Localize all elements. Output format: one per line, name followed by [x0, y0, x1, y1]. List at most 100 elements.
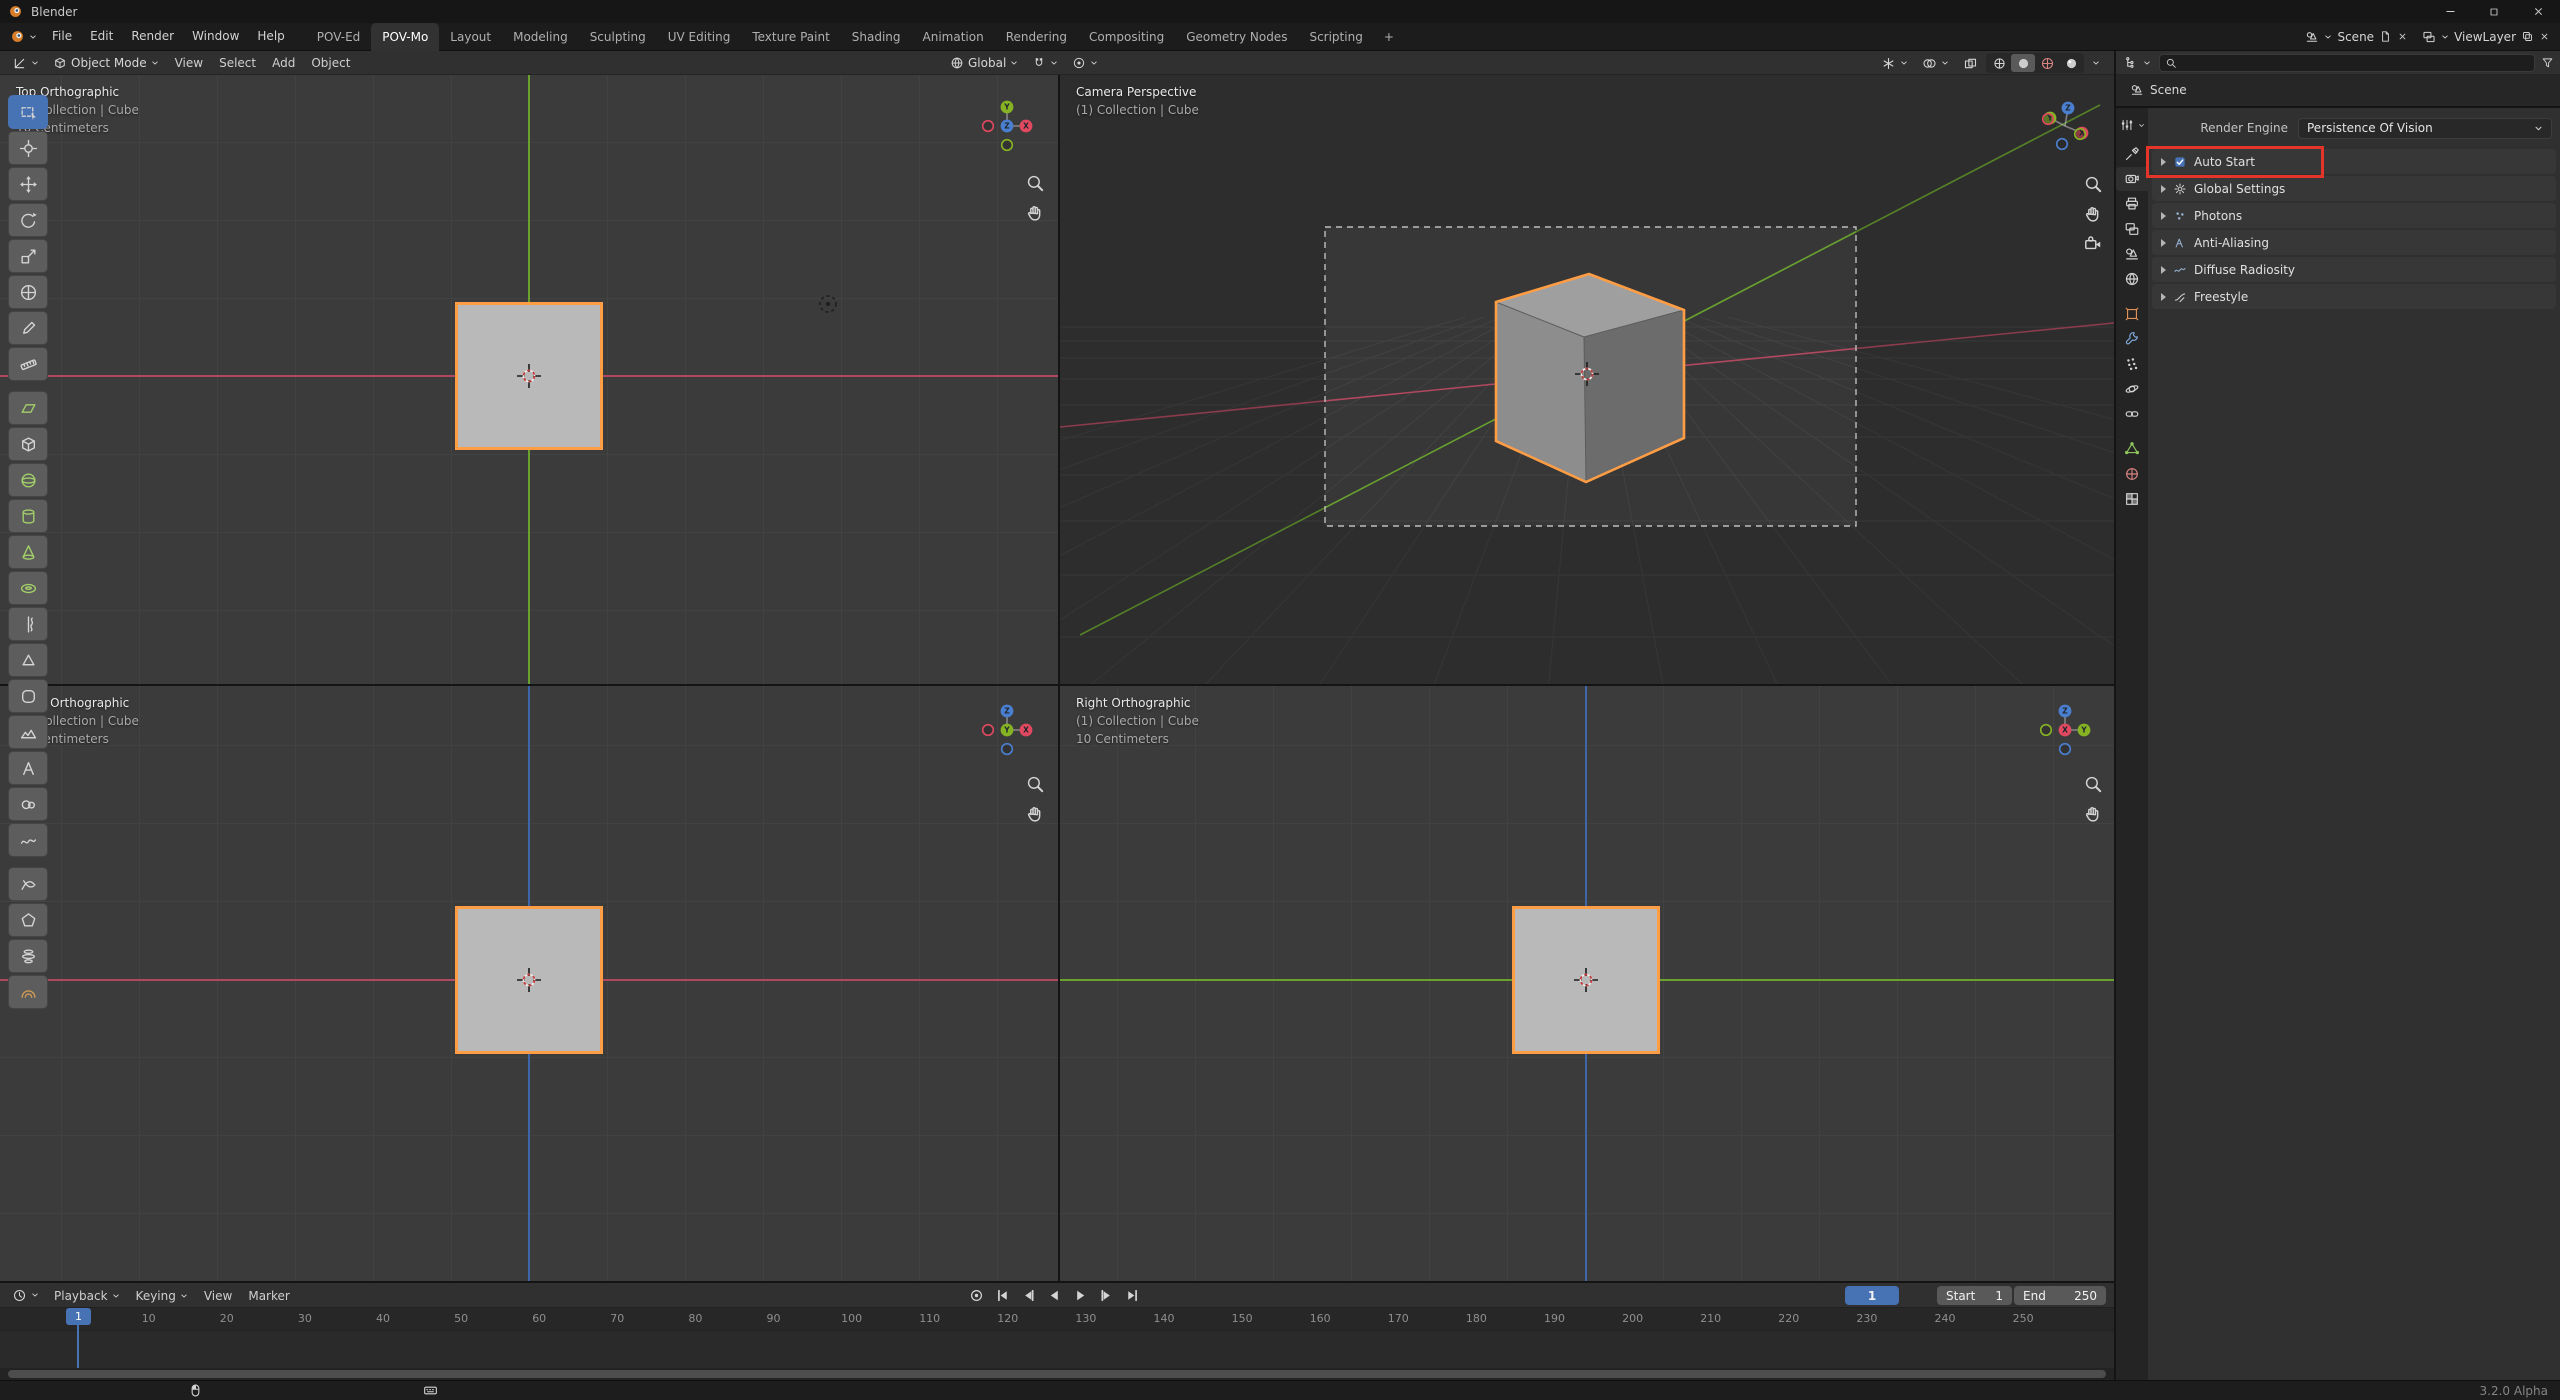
jump-start-button[interactable]	[991, 1286, 1013, 1306]
tool-add-prism[interactable]	[8, 643, 48, 677]
play-button[interactable]	[1069, 1286, 1091, 1306]
tool-add-isosurface[interactable]	[8, 823, 48, 857]
workspace-tab-modeling[interactable]: Modeling	[502, 23, 579, 51]
maximize-button[interactable]	[2472, 0, 2516, 23]
minimize-button[interactable]	[2428, 0, 2472, 23]
workspace-tab-geometry-nodes[interactable]: Geometry Nodes	[1175, 23, 1298, 51]
properties-tab-render[interactable]	[2116, 167, 2148, 191]
remove-viewlayer-button[interactable]	[2539, 31, 2550, 42]
panel-diffuse-radiosity[interactable]: Diffuse Radiosity	[2152, 257, 2556, 282]
zoom-button[interactable]	[1024, 773, 1046, 795]
hand-button[interactable]	[1024, 202, 1046, 224]
timeline-ruler[interactable]: 1020304050607080901001101201301401501601…	[0, 1308, 2114, 1331]
tool-annotate[interactable]	[8, 311, 48, 345]
scene-selector[interactable]: Scene	[2305, 30, 2408, 44]
viewport-menu-add[interactable]: Add	[264, 51, 303, 75]
panel-auto-start[interactable]: Auto Start	[2152, 149, 2556, 174]
playhead-frame-badge[interactable]: 1	[66, 1308, 91, 1325]
properties-tab-physics[interactable]	[2116, 377, 2148, 401]
tool-cursor[interactable]	[8, 131, 48, 165]
start-frame-field[interactable]: Start 1	[1937, 1286, 2012, 1305]
properties-tab-tool[interactable]	[2116, 142, 2148, 166]
tool-scale[interactable]	[8, 239, 48, 273]
tool-move[interactable]	[8, 167, 48, 201]
blender-menu-button[interactable]	[4, 27, 43, 47]
tool-add-polygon[interactable]	[8, 903, 48, 937]
viewport-camera-perspective[interactable]: Camera Perspective (1) Collection | Cube…	[1060, 75, 2114, 684]
tool-add-parametric[interactable]	[8, 867, 48, 901]
tool-transform[interactable]	[8, 275, 48, 309]
hand-button[interactable]	[2082, 203, 2104, 225]
menu-help[interactable]: Help	[248, 23, 293, 50]
properties-tab-object[interactable]	[2116, 302, 2148, 326]
tool-add-sphere[interactable]	[8, 463, 48, 497]
properties-tab-scene[interactable]	[2116, 242, 2148, 266]
tool-add-superellipsoid[interactable]	[8, 679, 48, 713]
timeline-menu-view[interactable]: View	[196, 1284, 240, 1308]
menu-window[interactable]: Window	[183, 23, 248, 50]
viewport-menu-object[interactable]: Object	[303, 51, 358, 75]
end-frame-field[interactable]: End 250	[2014, 1286, 2106, 1305]
navigation-gizmo[interactable]: ZYX	[2037, 702, 2093, 758]
camera-nav-button[interactable]	[2082, 233, 2104, 255]
play-back-button[interactable]	[1043, 1286, 1065, 1306]
zoom-button[interactable]	[1024, 172, 1046, 194]
tool-add-rainbow[interactable]	[8, 975, 48, 1009]
tool-add-cone[interactable]	[8, 535, 48, 569]
panel-photons[interactable]: Photons	[2152, 203, 2556, 228]
filter-icon[interactable]	[2541, 56, 2554, 69]
menu-file[interactable]: File	[43, 23, 81, 50]
editor-type-button[interactable]	[2122, 53, 2153, 73]
properties-tab-particles[interactable]	[2116, 352, 2148, 376]
properties-tab-texture[interactable]	[2116, 487, 2148, 511]
timeline-menu-marker[interactable]: Marker	[240, 1284, 297, 1308]
jump-end-button[interactable]	[1121, 1286, 1143, 1306]
tool-rotate[interactable]	[8, 203, 48, 237]
tool-add-lathe[interactable]	[8, 607, 48, 641]
panel-anti-aliasing[interactable]: Anti-Aliasing	[2152, 230, 2556, 255]
workspace-tab-shading[interactable]: Shading	[841, 23, 912, 51]
properties-tab-output[interactable]	[2116, 192, 2148, 216]
render-engine-select[interactable]: Persistence Of Vision	[2298, 118, 2552, 139]
unlink-scene-button[interactable]	[2397, 31, 2408, 42]
new-viewlayer-button[interactable]	[2521, 30, 2534, 43]
snap-toggle[interactable]	[1026, 53, 1064, 73]
workspace-tab-compositing[interactable]: Compositing	[1078, 23, 1175, 51]
workspace-tab-sculpting[interactable]: Sculpting	[579, 23, 657, 51]
properties-tab-material[interactable]	[2116, 462, 2148, 486]
mode-select[interactable]: Object Mode	[47, 53, 165, 73]
menu-render[interactable]: Render	[122, 23, 183, 50]
gizmos-toggle[interactable]	[1875, 53, 1914, 73]
panel-freestyle[interactable]: Freestyle	[2152, 284, 2556, 309]
new-scene-button[interactable]	[2379, 30, 2392, 43]
workspace-tab-pov-ed[interactable]: POV-Ed	[306, 23, 372, 51]
navigation-gizmo[interactable]: YXZ	[979, 98, 1035, 154]
panel-global-settings[interactable]: Global Settings	[2152, 176, 2556, 201]
viewport-front-orthographic[interactable]: Front Orthographic (1) Collection | Cube…	[0, 686, 1058, 1281]
workspace-tab-scripting[interactable]: Scripting	[1298, 23, 1373, 51]
shading-rendered-button[interactable]	[2059, 54, 2083, 72]
properties-tab-data[interactable]	[2116, 437, 2148, 461]
zoom-button[interactable]	[2082, 173, 2104, 195]
viewport-top-orthographic[interactable]: Top Orthographic (1) Collection | Cube 1…	[0, 75, 1058, 684]
tool-select-box[interactable]	[8, 95, 48, 129]
editor-type-button[interactable]	[6, 53, 45, 73]
workspace-tab-texture-paint[interactable]: Texture Paint	[741, 23, 840, 51]
hand-button[interactable]	[2082, 803, 2104, 825]
outliner-search-input[interactable]	[2159, 54, 2535, 72]
tool-add-cylinder[interactable]	[8, 499, 48, 533]
tool-add-torus[interactable]	[8, 571, 48, 605]
tool-add-heightfield[interactable]	[8, 715, 48, 749]
prev-key-button[interactable]	[1017, 1286, 1039, 1306]
timeline-channels[interactable]	[0, 1331, 2114, 1368]
scrollbar-thumb[interactable]	[8, 1370, 2106, 1378]
tool-add-plane[interactable]	[8, 391, 48, 425]
workspace-tab-uv-editing[interactable]: UV Editing	[657, 23, 742, 51]
transform-orientation-select[interactable]: Global	[944, 53, 1024, 73]
timeline-menu-keying[interactable]: Keying	[128, 1284, 196, 1308]
xray-toggle[interactable]	[1957, 53, 1984, 73]
navigation-gizmo[interactable]: ZXY	[2037, 98, 2093, 154]
viewport-menu-view[interactable]: View	[167, 51, 211, 75]
tool-add-text[interactable]	[8, 751, 48, 785]
close-button[interactable]	[2516, 0, 2560, 23]
